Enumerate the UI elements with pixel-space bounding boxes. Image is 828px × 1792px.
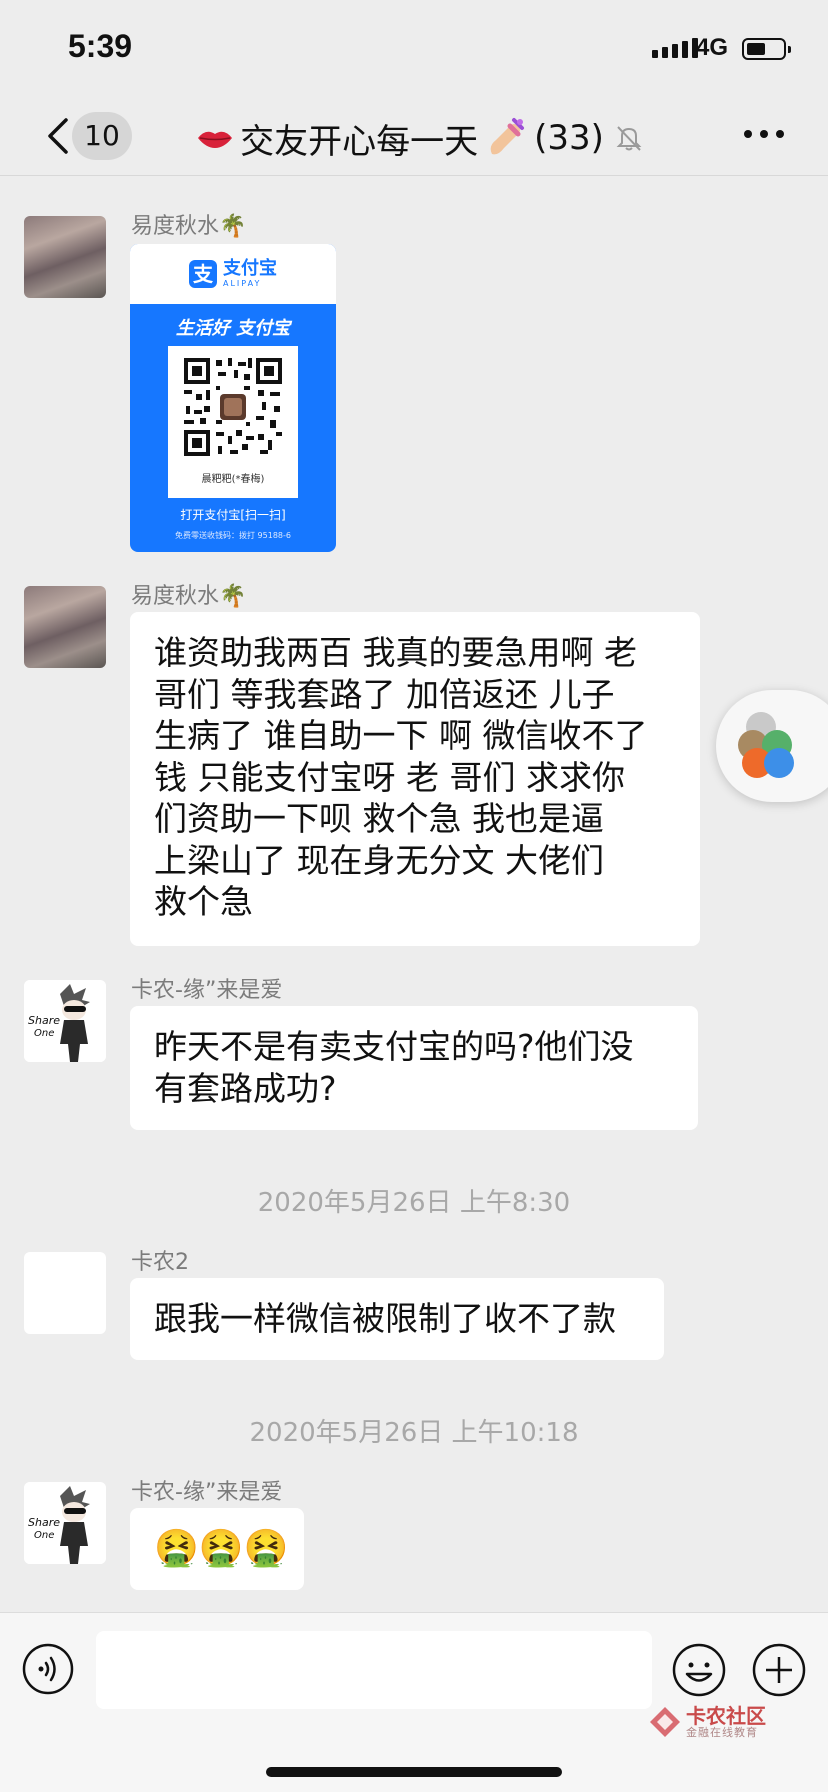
qr-card: 晨粑粑(*春梅) bbox=[168, 346, 298, 498]
alipay-slogan: 生活好 支付宝 bbox=[175, 318, 291, 339]
nav-bar: 10 交友开心每一天 (33) bbox=[0, 100, 828, 176]
mute-bell-icon bbox=[616, 126, 642, 151]
kanong-logo-icon bbox=[650, 1707, 680, 1738]
sender-name: 卡农-缘”来是爱 bbox=[131, 978, 283, 1003]
timestamp: 2020年5月26日 上午8:30 bbox=[257, 1188, 571, 1218]
battery-icon bbox=[742, 38, 791, 60]
nail-polish-icon bbox=[490, 118, 525, 155]
plus-icon[interactable] bbox=[752, 1643, 806, 1697]
message-line: 谁资助我两百 我真的要急用啊 老 bbox=[154, 633, 637, 672]
watermark-subtitle: 金融在线教育 bbox=[686, 1726, 758, 1739]
emoji-message: 🤮🤮🤮 bbox=[154, 1528, 289, 1569]
message-bubble[interactable]: 昨天不是有卖支付宝的吗?他们没 有套路成功? bbox=[130, 1006, 698, 1130]
alipay-brand: 支付宝 bbox=[223, 258, 277, 279]
message-line: 救个急 bbox=[154, 882, 253, 921]
message-bubble[interactable]: 谁资助我两百 我真的要急用啊 老 哥们 等我套路了 加倍返还 儿子 生病了 谁自… bbox=[130, 612, 700, 946]
avatar[interactable]: Share One bbox=[24, 980, 106, 1062]
cartoon-avatar-icon: Share One bbox=[24, 1482, 106, 1564]
message-line: 生病了 谁自助一下 啊 微信收不了 bbox=[154, 716, 648, 755]
svg-text:Share: Share bbox=[28, 1516, 60, 1529]
message-bubble[interactable]: 跟我一样微信被限制了收不了款 bbox=[130, 1278, 664, 1360]
svg-text:Share: Share bbox=[28, 1014, 60, 1027]
alipay-hint-text: 免费零送收钱码：拨打 95188-6 bbox=[175, 531, 291, 540]
kiss-lips-icon bbox=[198, 131, 233, 148]
message-line: 们资助一下呗 救个急 我也是逼 bbox=[154, 799, 604, 838]
sender-name: 易度秋水🌴 bbox=[131, 584, 247, 609]
message-line: 跟我一样微信被限制了收不了款 bbox=[154, 1299, 616, 1338]
kanong-watermark: 卡农社区 金融在线教育 bbox=[648, 1705, 766, 1739]
unread-count-badge[interactable]: 10 bbox=[72, 112, 132, 160]
sender-name: 卡农2 bbox=[131, 1250, 189, 1275]
status-time: 5:39 bbox=[68, 28, 133, 64]
alipay-brand-en: ALIPAY bbox=[223, 279, 262, 288]
alipay-logo-icon: 支 bbox=[189, 260, 217, 288]
alipay-scan-text: 打开支付宝[扫一扫] bbox=[180, 508, 286, 522]
message-bubble[interactable]: 🤮🤮🤮 bbox=[130, 1508, 304, 1590]
signal-icon bbox=[652, 36, 698, 58]
timestamp: 2020年5月26日 上午10:18 bbox=[249, 1418, 579, 1448]
message-line: 有套路成功? bbox=[154, 1068, 337, 1108]
status-bar: 5:39 4G bbox=[0, 0, 828, 100]
message-line: 钱 只能支付宝呀 老 哥们 求求你 bbox=[154, 757, 625, 797]
chat-title-text: 交友开心每一天 bbox=[240, 121, 479, 162]
voice-input-icon[interactable] bbox=[22, 1643, 74, 1695]
avatar[interactable] bbox=[24, 586, 106, 668]
emoji-icon[interactable] bbox=[672, 1643, 726, 1697]
home-indicator[interactable] bbox=[266, 1767, 562, 1777]
watermark-title: 卡农社区 bbox=[686, 1704, 766, 1728]
qr-code-icon bbox=[182, 356, 284, 458]
avatar[interactable] bbox=[24, 216, 106, 298]
cartoon-avatar-icon: Share One bbox=[24, 980, 106, 1062]
more-options-icon[interactable] bbox=[744, 130, 784, 138]
avatar[interactable]: Share One bbox=[24, 1482, 106, 1564]
member-count: (33) bbox=[534, 118, 604, 158]
avatar[interactable] bbox=[24, 1252, 106, 1334]
message-line: 上梁山了 现在身无分文 大佬们 bbox=[154, 840, 604, 880]
svg-text:One: One bbox=[34, 1530, 54, 1541]
alipay-header: 支 支付宝 ALIPAY bbox=[130, 244, 336, 304]
input-bar: 卡农社区 金融在线教育 bbox=[0, 1612, 828, 1792]
network-type: 4G bbox=[696, 34, 729, 61]
svg-text:One: One bbox=[34, 1028, 54, 1039]
chat-title[interactable]: 交友开心每一天 (33) bbox=[180, 112, 660, 164]
alipay-qr-image[interactable]: 支 支付宝 ALIPAY 生活好 支付宝 晨粑粑(*春梅) 打开支付宝[扫一扫]… bbox=[130, 244, 336, 552]
message-input[interactable] bbox=[96, 1631, 652, 1709]
sender-name: 易度秋水🌴 bbox=[131, 214, 247, 239]
message-line: 昨天不是有卖支付宝的吗?他们没 bbox=[154, 1027, 634, 1066]
sender-name: 卡农-缘”来是爱 bbox=[131, 1480, 283, 1505]
floating-window-ball[interactable] bbox=[716, 690, 828, 802]
qr-payee-name: 晨粑粑(*春梅) bbox=[201, 474, 265, 485]
message-line: 哥们 等我套路了 加倍返还 儿子 bbox=[154, 674, 615, 714]
